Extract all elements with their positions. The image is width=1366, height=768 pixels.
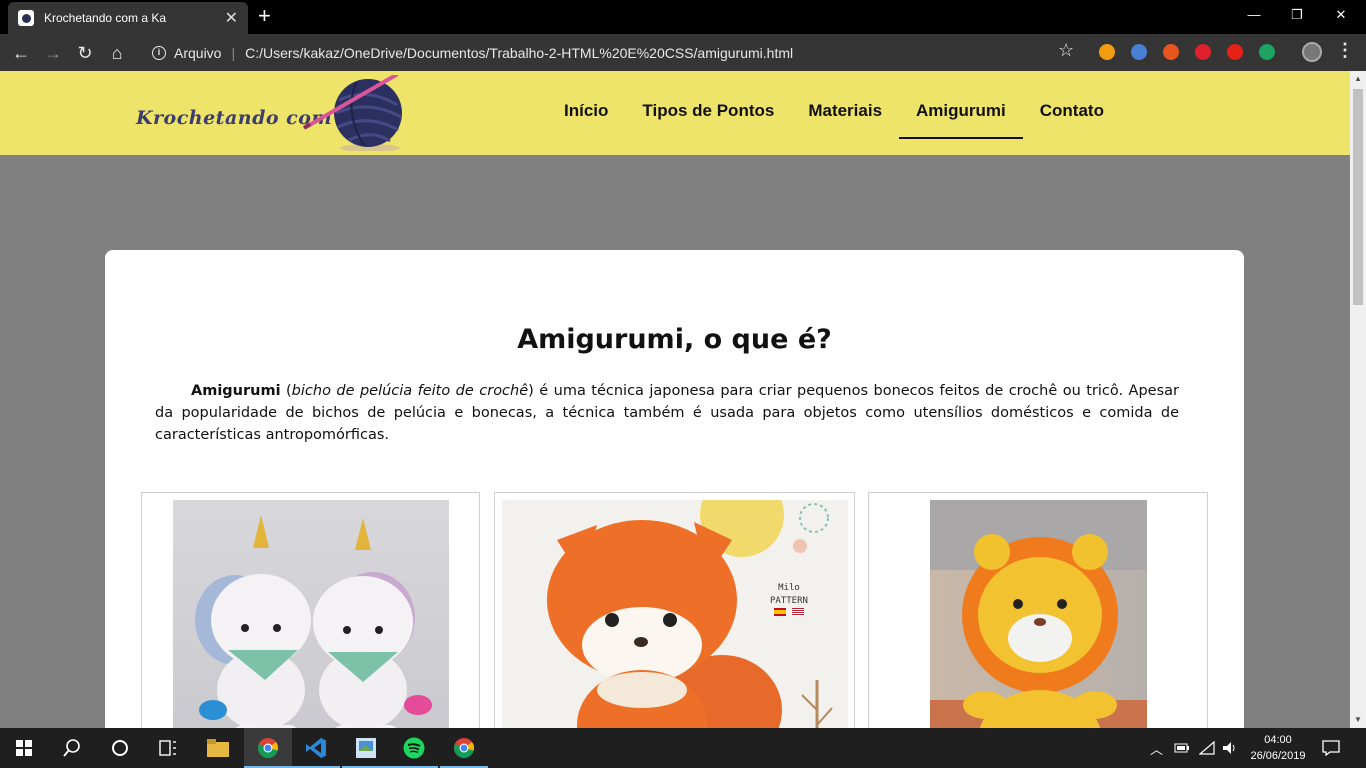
scroll-down-icon[interactable]: ▼ bbox=[1350, 712, 1366, 728]
profile-avatar[interactable] bbox=[1302, 42, 1322, 62]
tab-close-icon[interactable]: ✕ bbox=[225, 8, 238, 28]
search-button[interactable] bbox=[48, 728, 96, 768]
gallery-item-fox[interactable]: Milo PATTERN bbox=[494, 492, 855, 728]
browser-tab-active[interactable]: Krochetando com a Ka ✕ bbox=[8, 2, 248, 34]
omnibox-separator: | bbox=[231, 44, 236, 61]
nav-inicio[interactable]: Início bbox=[547, 89, 625, 139]
intro-term: Amigurumi bbox=[191, 383, 281, 399]
yarn-ball-icon bbox=[302, 75, 402, 151]
url-text[interactable]: C:/Users/kakaz/OneDrive/Documentos/Traba… bbox=[245, 45, 793, 61]
start-button[interactable] bbox=[0, 728, 48, 768]
site-header: Krochetando com a Ka Início Tipos de Pon… bbox=[0, 71, 1350, 155]
spotify-icon bbox=[403, 737, 425, 759]
nav-materiais[interactable]: Materiais bbox=[791, 89, 899, 139]
main-nav: Início Tipos de Pontos Materiais Amiguru… bbox=[547, 89, 1121, 139]
scroll-up-icon[interactable]: ▲ bbox=[1350, 71, 1366, 87]
lion-photo bbox=[930, 500, 1147, 728]
pattern-label: Milo PATTERN bbox=[770, 582, 808, 621]
nav-tipos-de-pontos[interactable]: Tipos de Pontos bbox=[625, 89, 791, 139]
minimize-button[interactable]: — bbox=[1231, 0, 1277, 30]
lion-illustration bbox=[930, 500, 1147, 728]
scroll-thumb[interactable] bbox=[1353, 89, 1363, 305]
page-viewport: Krochetando com a Ka Início Tipos de Pon… bbox=[0, 71, 1350, 728]
reload-button[interactable]: ↻ bbox=[72, 40, 98, 66]
usa-flag-icon bbox=[791, 608, 804, 616]
vscode-icon bbox=[306, 738, 326, 758]
unicorns-illustration bbox=[195, 515, 432, 728]
intro-paragraph: Amigurumi (bicho de pelúcia feito de cro… bbox=[155, 380, 1179, 446]
taskbar-chrome-2[interactable] bbox=[440, 728, 488, 768]
forward-button[interactable]: → bbox=[40, 40, 66, 66]
nav-amigurumi[interactable]: Amigurumi bbox=[899, 89, 1023, 139]
browser-toolbar: ← → ↻ ⌂ i Arquivo | C:/Users/kakaz/OneDr… bbox=[0, 34, 1366, 71]
pattern-brand: Milo bbox=[778, 583, 800, 593]
clock-date: 26/06/2019 bbox=[1250, 750, 1306, 762]
taskbar-image-editor[interactable] bbox=[342, 728, 390, 768]
address-bar[interactable]: i Arquivo | C:/Users/kakaz/OneDrive/Docu… bbox=[140, 38, 1090, 67]
gallery-item-lion[interactable] bbox=[868, 492, 1208, 728]
notifications-icon[interactable] bbox=[1322, 728, 1340, 768]
taskbar-file-explorer[interactable] bbox=[194, 728, 242, 768]
adblock-extension-icon[interactable] bbox=[1195, 44, 1211, 60]
search-icon bbox=[63, 739, 80, 757]
yarn-favicon-icon bbox=[18, 10, 34, 26]
paint-icon bbox=[356, 738, 376, 758]
tray-chevron-icon[interactable]: ︿ bbox=[1150, 728, 1163, 768]
translate-extension-icon[interactable] bbox=[1131, 44, 1147, 60]
fox-photo: Milo PATTERN bbox=[502, 500, 848, 728]
windows-taskbar: ︿ 04:00 26/06/2019 bbox=[0, 728, 1366, 768]
battery-icon[interactable] bbox=[1174, 728, 1190, 768]
taskbar-chrome-active[interactable] bbox=[244, 728, 292, 768]
page-scrollbar[interactable]: ▲ ▼ bbox=[1350, 71, 1366, 728]
taskbar-vscode[interactable] bbox=[292, 728, 340, 768]
new-tab-button[interactable]: + bbox=[258, 4, 271, 28]
play-extension-icon[interactable] bbox=[1099, 44, 1115, 60]
spain-flag-icon bbox=[774, 608, 787, 616]
system-clock[interactable]: 04:00 26/06/2019 bbox=[1246, 732, 1310, 764]
chrome-icon bbox=[258, 738, 279, 759]
nav-contato[interactable]: Contato bbox=[1023, 89, 1121, 139]
close-window-button[interactable]: ✕ bbox=[1318, 0, 1364, 30]
pattern-word: PATTERN bbox=[770, 596, 808, 606]
page-title: Amigurumi, o que é? bbox=[517, 324, 832, 355]
browser-titlebar: Krochetando com a Ka ✕ + — ❐ ✕ bbox=[0, 0, 1366, 34]
browser-menu-icon[interactable]: ⋮ bbox=[1336, 40, 1354, 61]
folder-icon bbox=[207, 739, 229, 757]
cortana-icon bbox=[112, 740, 128, 756]
unicorns-photo bbox=[173, 500, 449, 728]
flags bbox=[770, 608, 808, 621]
tab-title: Krochetando com a Ka bbox=[44, 11, 167, 25]
fire-extension-icon[interactable] bbox=[1163, 44, 1179, 60]
back-button[interactable]: ← bbox=[8, 40, 34, 66]
youtube-extension-icon[interactable] bbox=[1227, 44, 1243, 60]
restore-button[interactable]: ❐ bbox=[1274, 0, 1320, 30]
windows-logo-icon bbox=[16, 740, 32, 756]
intro-translation: bicho de pelúcia feito de crochê bbox=[291, 383, 529, 399]
clock-time: 04:00 bbox=[1264, 734, 1292, 746]
home-button[interactable]: ⌂ bbox=[104, 40, 130, 66]
taskbar-spotify[interactable] bbox=[390, 728, 438, 768]
task-view-icon bbox=[159, 740, 176, 756]
info-icon[interactable]: i bbox=[152, 45, 166, 60]
wifi-icon[interactable] bbox=[1199, 728, 1215, 768]
bookmark-star-icon[interactable]: ☆ bbox=[1058, 40, 1074, 61]
intro-open-paren: ( bbox=[280, 383, 292, 399]
volume-icon[interactable] bbox=[1222, 728, 1238, 768]
chrome-icon bbox=[454, 738, 475, 759]
green-extension-icon[interactable] bbox=[1259, 44, 1275, 60]
site-logo[interactable]: Krochetando com a Ka bbox=[134, 75, 414, 151]
gallery-item-unicorns[interactable] bbox=[141, 492, 480, 728]
security-label: Arquivo bbox=[174, 44, 222, 61]
cortana-button[interactable] bbox=[96, 728, 144, 768]
content-card: Amigurumi, o que é? Amigurumi (bicho de … bbox=[105, 250, 1244, 728]
task-view-button[interactable] bbox=[144, 728, 192, 768]
